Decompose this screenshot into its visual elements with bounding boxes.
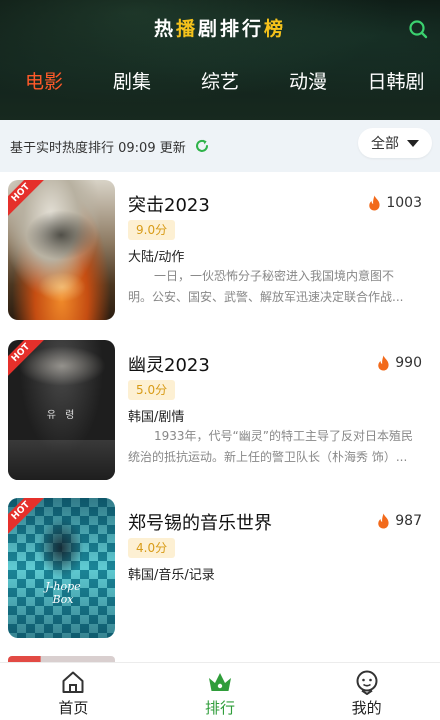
ranking-list: HOT 突击2023 1003 9.0分 大陆/动作 一日，一伙恐怖分子秘密进入… (0, 172, 440, 662)
flame-icon (378, 355, 389, 371)
nav-profile-label: 我的 (351, 699, 382, 717)
heat-count: 987 (376, 513, 422, 529)
poster-image[interactable]: J-hope Box HOT (8, 498, 115, 638)
nav-ranking-label: 排行 (205, 699, 236, 717)
title-char-2: 播 (175, 18, 198, 40)
title-text[interactable]: 郑号锡的音乐世界 (128, 509, 272, 535)
tab-movies[interactable]: 电影 (0, 62, 88, 102)
nav-profile[interactable]: 我的 (293, 663, 440, 720)
nav-ranking[interactable]: 排行 (147, 663, 294, 720)
flame-icon (378, 513, 389, 529)
description-text: 一日，一伙恐怖分子秘密进入我国境内意图不明。公安、国安、武警、解放军迅速决定联合… (128, 269, 404, 304)
ranking-crown-icon (209, 673, 231, 691)
home-icon (62, 671, 84, 693)
category-tabs: 电影 剧集 综艺 动漫 日韩剧 (0, 62, 440, 102)
list-item[interactable]: 유 령 HOT 幽灵2023 990 5.0分 韩国/剧情 1933年，代号“幽… (0, 332, 440, 482)
title-char-4: 排 (220, 18, 243, 40)
genre-text: 韩国/剧情 (128, 410, 185, 425)
title-char-5: 行 (242, 18, 265, 40)
heat-value: 987 (395, 513, 422, 529)
caret-down-icon (407, 139, 419, 147)
filter-selected: 全部 (371, 136, 399, 152)
poster-image[interactable]: 유 령 HOT (8, 340, 115, 480)
heat-value: 990 (395, 355, 422, 371)
tab-jk-drama[interactable]: 日韩剧 (352, 62, 440, 102)
profile-icon (356, 670, 378, 695)
filter-dropdown[interactable]: 全部 (358, 128, 432, 158)
list-item[interactable]: HOT 突击2023 1003 9.0分 大陆/动作 一日，一伙恐怖分子秘密进入… (0, 172, 440, 322)
score-badge: 5.0分 (128, 380, 176, 400)
tab-variety[interactable]: 综艺 (176, 62, 264, 102)
update-info-text: 基于实时热度排行 09:09 更新 (10, 140, 186, 156)
flame-icon (369, 195, 380, 211)
refresh-icon[interactable] (194, 138, 210, 154)
title-text[interactable]: 幽灵2023 (128, 351, 210, 377)
title-text[interactable]: 突击2023 (128, 191, 210, 217)
tab-series[interactable]: 剧集 (88, 62, 176, 102)
heat-value: 1003 (386, 195, 422, 211)
nav-home-label: 首页 (58, 699, 89, 717)
score-badge: 9.0分 (128, 220, 176, 240)
nav-home[interactable]: 首页 (0, 663, 147, 720)
title-char-6: 榜 (264, 18, 287, 40)
search-icon[interactable] (408, 19, 428, 39)
poster-image[interactable]: HOT (8, 180, 115, 320)
description-text: 1933年，代号“幽灵”的特工主导了反对日本殖民统治的抵抗运动。新上任的警卫队长… (128, 429, 413, 464)
genre-text: 大陆/动作 (128, 250, 185, 265)
app-header: 热播剧排行榜 电影 剧集 综艺 动漫 日韩剧 (0, 0, 440, 120)
heat-count: 1003 (367, 195, 422, 211)
genre-text: 韩国/音乐/记录 (128, 568, 215, 583)
heat-count: 990 (376, 355, 422, 371)
score-badge: 4.0分 (128, 538, 176, 558)
page-title: 热播剧排行榜 (0, 14, 440, 41)
tab-anime[interactable]: 动漫 (264, 62, 352, 102)
list-item[interactable]: J-hope Box HOT 郑号锡的音乐世界 987 4.0分 韩国/音乐/记录 (0, 490, 440, 640)
bottom-nav: 首页 排行 我的 (0, 662, 440, 720)
title-char-3: 剧 (197, 18, 220, 40)
title-char-1: 热 (153, 18, 176, 40)
